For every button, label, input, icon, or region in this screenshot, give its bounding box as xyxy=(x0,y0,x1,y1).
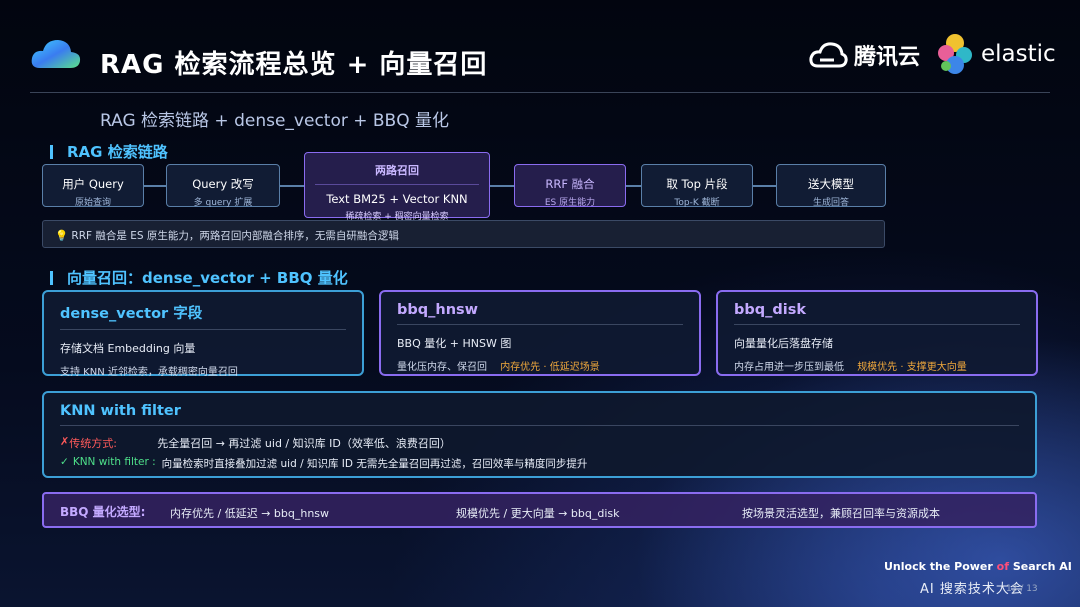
step-title: Text BM25 + Vector KNN xyxy=(326,192,468,206)
knn-title: KNN with filter xyxy=(60,403,1019,426)
step-sub: 多 query 扩展 xyxy=(193,198,253,208)
flow-connector xyxy=(753,185,776,187)
traditional-row: ✗ 传统方式: 先全量召回 → 再过滤 uid / 知识库 ID（效率低、浪费召… xyxy=(60,435,1019,451)
tencent-cloud-logo-icon xyxy=(809,42,848,68)
bbq-option-3: 按场景灵活选型，兼顾召回率与资源成本 xyxy=(742,507,940,520)
knn-row: ✓ KNN with filter : 向量检索时直接叠加过滤 uid / 知识… xyxy=(60,456,1019,471)
card-line1: 向量量化后落盘存储 xyxy=(734,337,833,350)
footer-tagline: Unlock the Power of Search AI xyxy=(884,560,1072,573)
elastic-logo-icon xyxy=(938,34,972,74)
note-text: RRF 融合是 ES 原生能力，两路召回内部融合排序，无需自研融合逻辑 xyxy=(71,230,399,242)
page-number: 13 / 13 xyxy=(1006,584,1038,594)
card-bbq-disk: bbq_disk 向量量化后落盘存储 内存占用进一步压到最低 规模优先 · 支撑… xyxy=(716,290,1038,376)
card-title: bbq_disk xyxy=(734,302,1020,325)
step-title: RRF 融合 xyxy=(545,177,595,191)
flow-connector xyxy=(144,185,166,187)
flow-step-dual-recall: 两路召回 Text BM25 + Vector KNN 稀疏检索 + 稠密向量检… xyxy=(304,152,490,222)
card-title: bbq_hnsw xyxy=(397,302,683,325)
flow-step-rrf-fusion: RRF 融合 ES 原生能力 xyxy=(514,164,626,208)
section-bar xyxy=(50,145,53,159)
tagline-post: Search AI xyxy=(1012,560,1072,573)
tagline-pre: Unlock the Power xyxy=(884,560,993,573)
card-line1: BBQ 量化 + HNSW 图 xyxy=(397,337,512,350)
step-heading: 两路召回 xyxy=(315,162,479,185)
step-title: Query 改写 xyxy=(192,177,254,191)
bbq-option-2: 规模优先 / 更大向量 → bbq_disk xyxy=(456,507,620,520)
flow-step-llm: 送大模型 生成回答 xyxy=(776,164,886,208)
card-line2-text: 量化压内存、保召回 xyxy=(397,362,487,373)
rrf-note: 💡 RRF 融合是 ES 原生能力，两路召回内部融合排序，无需自研融合逻辑 xyxy=(42,220,885,248)
card-bbq-hnsw: bbq_hnsw BBQ 量化 + HNSW 图 量化压内存、保召回 内存优先 … xyxy=(379,290,701,376)
elastic-logo: elastic xyxy=(935,32,1056,76)
cloud-logo-icon xyxy=(31,40,81,68)
section-title-text: 向量召回：dense_vector + BBQ 量化 xyxy=(67,269,348,287)
card-line2: 内存占用进一步压到最低 规模优先 · 支撑更大向量 xyxy=(734,358,1020,373)
flow-step-top-k: 取 Top 片段 Top-K 截断 xyxy=(641,164,753,208)
check-icon: ✓ xyxy=(60,456,69,468)
step-sub: Top-K 截断 xyxy=(674,198,720,208)
flow-connector xyxy=(626,185,641,187)
step-title: 送大模型 xyxy=(808,177,854,191)
page-subtitle: RAG 检索链路 + dense_vector + BBQ 量化 xyxy=(100,111,450,131)
section-title-vector: 向量召回：dense_vector + BBQ 量化 xyxy=(50,267,348,288)
step-sub: 原始查询 xyxy=(74,198,111,208)
section-bar xyxy=(50,271,53,285)
page-title: RAG 检索流程总览 + 向量召回 xyxy=(100,50,488,80)
bbq-selection-bar: BBQ 量化选型: 内存优先 / 低延迟 → bbq_hnsw 规模优先 / 更… xyxy=(42,492,1037,528)
tencent-cloud-logo: 腾讯云 xyxy=(808,38,920,72)
card-highlight: 内存优先 · 低延迟场景 xyxy=(500,362,600,373)
tencent-logo-text: 腾讯云 xyxy=(854,45,921,70)
elastic-logo-text: elastic xyxy=(981,41,1056,67)
card-dense-vector: dense_vector 字段 存储文档 Embedding 向量 支持 KNN… xyxy=(42,290,364,378)
step-title: 取 Top 片段 xyxy=(666,177,728,191)
bbq-selection-label: BBQ 量化选型: xyxy=(60,505,146,519)
step-title: 用户 Query xyxy=(62,177,124,191)
flow-connector xyxy=(280,185,304,187)
step-sub: ES 原生能力 xyxy=(544,198,596,208)
knn-filter-panel: KNN with filter ✗ 传统方式: 先全量召回 → 再过滤 uid … xyxy=(42,391,1037,478)
section-title-rag: RAG 检索链路 xyxy=(50,141,168,162)
lightbulb-icon: 💡 xyxy=(55,230,69,242)
flow-connector xyxy=(490,185,514,187)
card-line2: 支持 KNN 近邻检索，承载稠密向量召回 xyxy=(60,367,238,378)
header-divider xyxy=(30,92,1050,93)
traditional-text: 先全量召回 → 再过滤 uid / 知识库 ID（效率低、浪费召回） xyxy=(157,437,451,450)
tagline-of: of xyxy=(996,560,1009,573)
flow-step-user-query: 用户 Query 原始查询 xyxy=(42,164,144,208)
step-sub: 生成回答 xyxy=(812,198,849,208)
card-line2-text: 内存占用进一步压到最低 xyxy=(734,362,844,373)
flow-step-query-rewrite: Query 改写 多 query 扩展 xyxy=(166,164,280,208)
knn-label: KNN with filter : xyxy=(72,456,156,468)
card-line1: 存储文档 Embedding 向量 xyxy=(60,342,196,355)
section-title-text: RAG 检索链路 xyxy=(67,143,168,161)
card-line2: 量化压内存、保召回 内存优先 · 低延迟场景 xyxy=(397,358,683,373)
knn-text: 向量检索时直接叠加过滤 uid / 知识库 ID 无需先全量召回再过滤，召回效率… xyxy=(161,458,588,470)
bbq-option-1: 内存优先 / 低延迟 → bbq_hnsw xyxy=(170,507,330,520)
cross-icon: ✗ xyxy=(60,435,70,448)
card-title: dense_vector 字段 xyxy=(60,302,346,330)
traditional-label: 传统方式: xyxy=(69,437,117,450)
card-highlight: 规模优先 · 支撑更大向量 xyxy=(857,362,967,373)
